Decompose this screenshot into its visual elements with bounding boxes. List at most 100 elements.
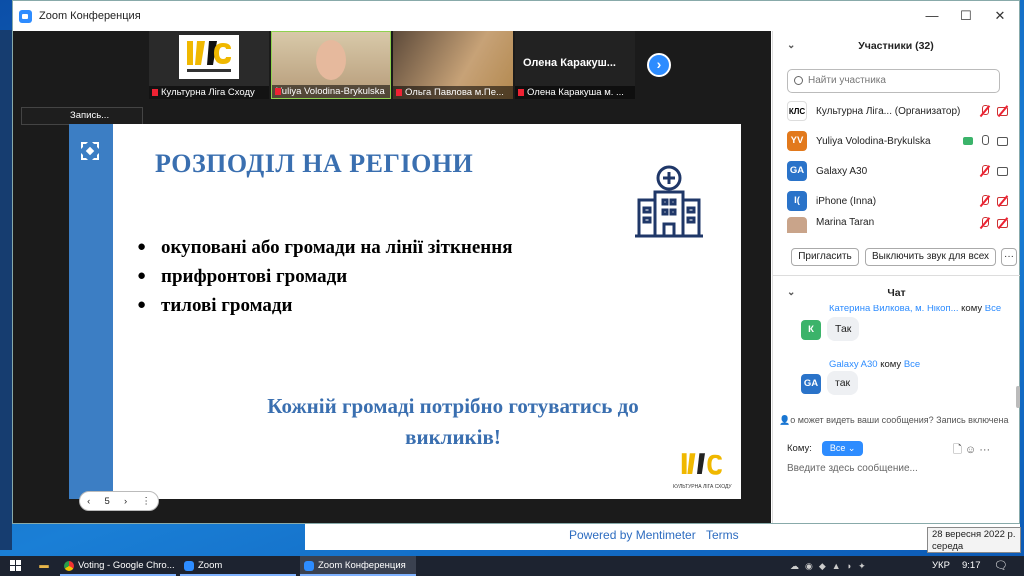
video-tile[interactable]: Культурна Ліга Сходу <box>149 31 269 99</box>
mic-muted-icon <box>979 217 991 229</box>
participants-header[interactable]: ⌄ Участники (32) <box>773 31 1019 61</box>
next-slide-button[interactable]: › <box>124 496 127 507</box>
participant-row[interactable]: КЛС Культурна Ліга... (Организатор) <box>787 97 1009 125</box>
kls-logo-text: КУЛЬТУРНА ЛІГА СХОДУ <box>673 484 732 490</box>
file-icon[interactable]: 🗋 <box>953 444 962 456</box>
camera-off-icon <box>997 195 1009 207</box>
participants-more-button[interactable]: ··· <box>1001 248 1017 266</box>
participant-name: Олена Каракуша м. ... <box>515 86 635 99</box>
chat-to: кому <box>961 305 983 314</box>
kls-logo-image <box>179 35 239 79</box>
slide-sidebar <box>69 124 113 499</box>
avatar <box>787 217 807 233</box>
participant-big-name: Олена Каракуш... <box>523 57 616 69</box>
chat-sender[interactable]: Катерина Вилкова, м. Нікоп... <box>829 305 959 314</box>
chevron-down-icon[interactable]: ⌄ <box>787 31 795 61</box>
zoom-logo-icon <box>19 10 32 23</box>
chat-input[interactable]: Введите здесь сообщение... <box>787 463 918 474</box>
chat-recipient-row: Кому: Все ⌄ 🗋 ☺ ··· <box>787 441 990 456</box>
chat-scrollbar[interactable] <box>1016 386 1020 408</box>
hospital-icon <box>633 164 705 238</box>
chat-header[interactable]: ⌄ Чат <box>773 278 1020 308</box>
mute-all-button[interactable]: Выключить звук для всех <box>865 248 996 266</box>
participant-face <box>316 40 346 80</box>
privacy-note[interactable]: 👤о может видеть ваши сообщения? Запись в… <box>779 415 1014 426</box>
date-tooltip: 28 вересня 2022 р. середа <box>927 527 1021 553</box>
participant-name: iPhone (Inna) <box>816 195 877 207</box>
windows-start-icon[interactable] <box>10 560 22 572</box>
participant-row[interactable]: GA Galaxy A30 <box>787 157 1009 185</box>
video-tile[interactable]: Ольга Павлова м.Пе... <box>393 31 513 99</box>
taskbar-app[interactable]: Voting - Google Chro... <box>60 556 176 576</box>
chat-title: Чат <box>887 287 906 299</box>
participant-name: Культурна Ліга... (Организатор) <box>816 105 961 117</box>
language-indicator[interactable]: УКР <box>932 556 950 576</box>
notification-icon[interactable]: 🗨 <box>994 556 1008 576</box>
slide-pager: ‹ 5 › ⋮ <box>79 491 159 511</box>
taskbar-app-label: Zoom Конференция <box>318 560 406 571</box>
slide-footer-line: Кожній громаді потрібно готуватись до <box>267 394 639 418</box>
camera-icon <box>997 135 1009 147</box>
recording-label: Запись... <box>70 110 110 121</box>
slide-title: РОЗПОДІЛ НА РЕГІОНИ <box>155 149 474 178</box>
participant-name: Yuliya Volodina-Brykulska <box>272 85 390 98</box>
pager-more-button[interactable]: ⋮ <box>141 496 151 507</box>
recipient-value: Все <box>829 443 846 453</box>
file-explorer-icon[interactable]: ▬ <box>36 556 52 576</box>
next-videos-button[interactable]: › <box>647 53 671 77</box>
participant-row[interactable]: I( iPhone (Inna) <box>787 187 1009 215</box>
slide-bullet: окуповані або громади на лінії зіткнення <box>137 233 512 262</box>
chevron-down-icon[interactable]: ⌄ <box>787 278 795 308</box>
mic-muted-icon <box>979 105 991 117</box>
participant-name: Культурна Ліга Сходу <box>149 86 269 99</box>
prev-slide-button[interactable]: ‹ <box>87 496 90 507</box>
participant-row[interactable]: Marina Taran <box>787 217 1009 233</box>
avatar: GA <box>787 161 807 181</box>
invite-button[interactable]: Пригласить <box>791 248 859 266</box>
title-bar[interactable]: Zoom Конференция — ☐ ✕ <box>13 1 1019 31</box>
slide-bullet: тилові громади <box>137 291 512 320</box>
to-label: Кому: <box>787 443 812 454</box>
close-button[interactable]: ✕ <box>983 1 1017 31</box>
slide-footer-line: викликів! <box>405 425 501 449</box>
chat-tools: 🗋 ☺ ··· <box>953 441 990 460</box>
emoji-icon[interactable]: ☺ <box>965 444 976 456</box>
slide-footer-text: Кожній громаді потрібно готуватись до ви… <box>233 391 673 453</box>
terms-link[interactable]: Terms <box>706 528 739 542</box>
recording-indicator[interactable]: Запись... <box>21 107 143 125</box>
zoom-icon <box>304 561 314 571</box>
taskbar-app[interactable]: Zoom <box>180 556 296 576</box>
privacy-note-text: о может видеть ваши сообщения? Запись вк… <box>790 415 1009 425</box>
participant-name: Yuliya Volodina-Brykulska <box>816 135 931 147</box>
chat-recipient: Все <box>903 359 921 370</box>
page-number: 5 <box>104 495 110 507</box>
chat-bubble: так <box>827 371 859 395</box>
camera-off-icon <box>997 217 1009 229</box>
participant-name: Ольга Павлова м.Пе... <box>393 86 513 99</box>
camera-off-icon <box>997 105 1009 117</box>
date-line: 28 вересня 2022 р. <box>932 529 1016 540</box>
slide-bullet: прифронтові громади <box>137 262 512 291</box>
chat-recipient: Все <box>984 305 1002 314</box>
chat-sender[interactable]: Galaxy A30 <box>829 359 878 370</box>
clock[interactable]: 9:17 <box>962 556 981 576</box>
minimize-button[interactable]: — <box>915 1 949 31</box>
desktop-icons-strip <box>0 30 12 550</box>
chrome-icon <box>64 561 74 571</box>
participant-search-input[interactable]: Найти участника <box>787 69 1000 93</box>
taskbar-app-label: Voting - Google Chro... <box>78 560 175 571</box>
chat-bubble: Так <box>827 317 860 341</box>
maximize-button[interactable]: ☐ <box>949 1 983 31</box>
chat-more-icon[interactable]: ··· <box>979 444 990 456</box>
avatar: YV <box>787 131 807 151</box>
video-tile[interactable]: Yuliya Volodina-Brykulska <box>271 31 391 99</box>
screen-share-icon <box>963 137 973 145</box>
video-tile[interactable]: Олена Каракуш... Олена Каракуша м. ... <box>515 31 635 99</box>
taskbar-app[interactable]: Zoom Конференция <box>300 556 416 576</box>
system-tray-icons[interactable]: ☁◉◆▲◗✦ <box>790 556 910 576</box>
mic-muted-icon <box>979 195 991 207</box>
powered-by-link[interactable]: Powered by Mentimeter <box>569 528 696 542</box>
mentimeter-icon <box>79 140 101 162</box>
recipient-select[interactable]: Все ⌄ <box>821 441 864 456</box>
participant-row[interactable]: YV Yuliya Volodina-Brykulska <box>787 127 1009 155</box>
